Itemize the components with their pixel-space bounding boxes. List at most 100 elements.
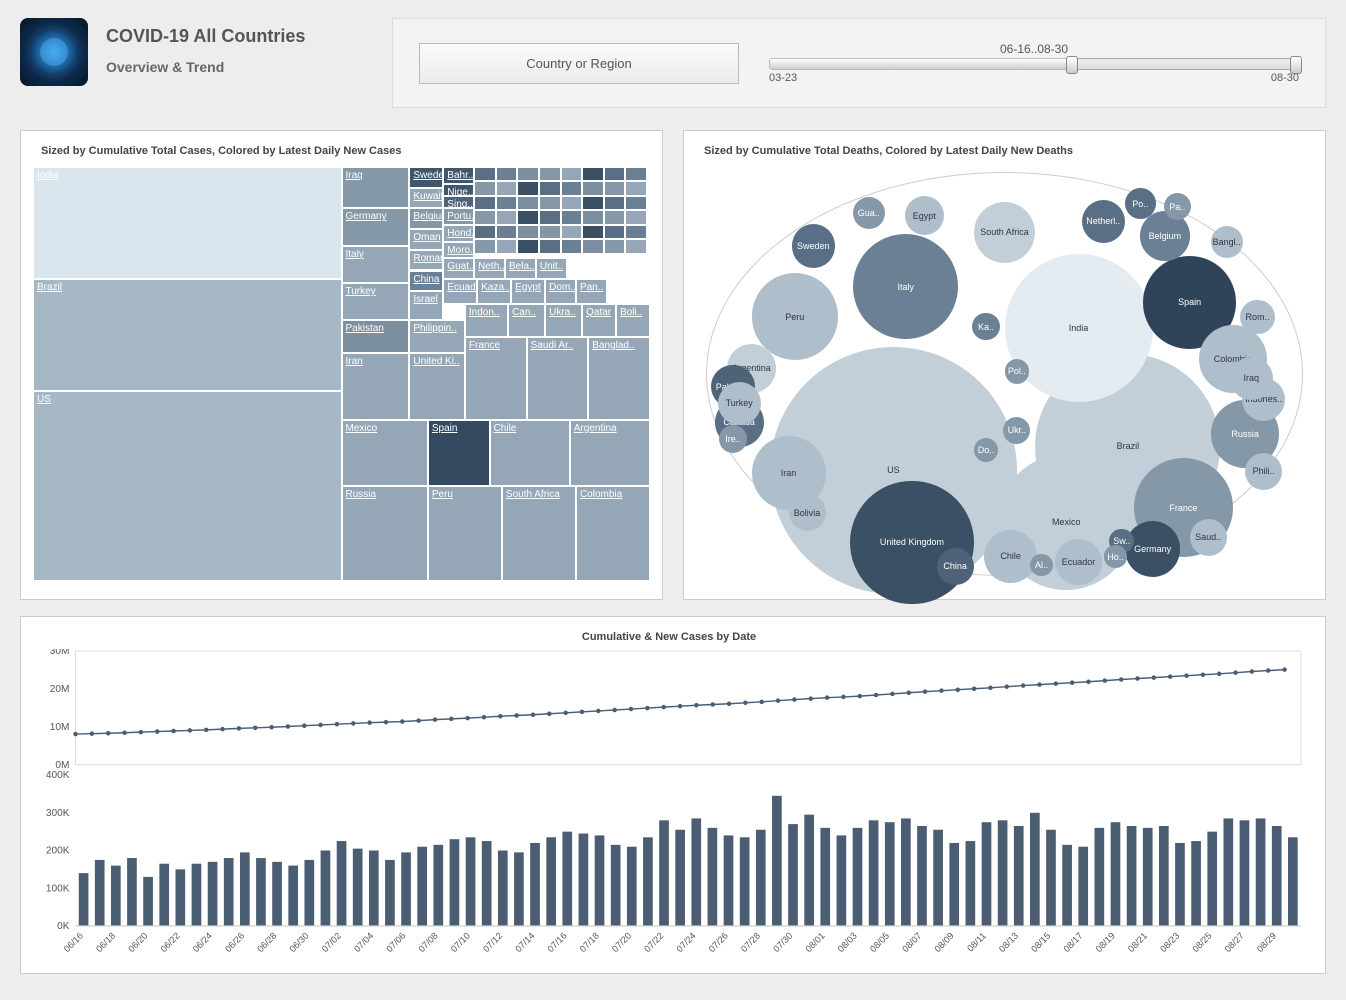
treemap-node[interactable]: Argentina — [570, 420, 650, 486]
bubble-node[interactable]: Netherl.. — [1082, 200, 1125, 243]
treemap-node[interactable]: Pakistan — [342, 320, 410, 353]
treemap-node[interactable]: Belgium — [409, 208, 443, 229]
treemap-node-small[interactable] — [625, 210, 647, 224]
treemap-node[interactable]: Ecuad.. — [443, 279, 477, 304]
bubble-node[interactable]: Egypt — [905, 196, 944, 235]
treemap-node[interactable]: US — [33, 391, 342, 581]
treemap-node-small[interactable] — [561, 225, 583, 239]
treemap-node[interactable]: United Ki.. — [409, 353, 465, 419]
treemap-node-small[interactable] — [539, 210, 561, 224]
bubble-node[interactable]: Pa.. — [1164, 193, 1191, 220]
treemap-node-small[interactable] — [625, 167, 647, 181]
treemap-node[interactable]: Unit.. — [536, 258, 567, 279]
treemap-node-small[interactable] — [582, 225, 604, 239]
treemap-node[interactable]: Sing.. — [443, 196, 474, 208]
treemap-node-small[interactable] — [604, 196, 626, 210]
bubble-node[interactable]: Phili.. — [1245, 453, 1282, 490]
treemap-node[interactable]: India — [33, 167, 342, 279]
treemap-node[interactable]: South Africa — [502, 486, 576, 581]
treemap-node[interactable]: France — [465, 337, 527, 420]
bubble-node[interactable]: South Africa — [974, 202, 1036, 264]
treemap-node-small[interactable] — [539, 181, 561, 195]
bubble-node[interactable]: Ka.. — [972, 313, 999, 340]
bubble-node[interactable]: Ecuador — [1055, 539, 1102, 586]
treemap-node-small[interactable] — [625, 225, 647, 239]
bubble-node[interactable]: China — [937, 548, 974, 585]
treemap-node-small[interactable] — [561, 210, 583, 224]
treemap-node[interactable]: Kuwait — [409, 188, 443, 209]
treemap-node[interactable]: Hond.. — [443, 225, 474, 242]
treemap-node-small[interactable] — [561, 167, 583, 181]
treemap-node-small[interactable] — [496, 181, 518, 195]
treemap-node[interactable]: Boli.. — [616, 304, 650, 337]
treemap-node[interactable]: Israel — [409, 291, 443, 320]
treemap-node[interactable]: Oman — [409, 229, 443, 250]
treemap-node-small[interactable] — [539, 167, 561, 181]
treemap-node[interactable]: Guat.. — [443, 258, 474, 279]
slider-thumb-end[interactable] — [1290, 56, 1302, 74]
treemap-node-small[interactable] — [561, 196, 583, 210]
treemap-node[interactable]: Italy — [342, 246, 410, 283]
bubble-node[interactable]: United Kingdom — [850, 481, 973, 604]
bubble-node[interactable]: Ire.. — [719, 425, 747, 453]
treemap-node-small[interactable] — [625, 239, 647, 253]
treemap-node[interactable]: Turkey — [342, 283, 410, 320]
date-range-slider[interactable]: 06-16..08-30 03-23 08-30 — [769, 42, 1299, 84]
treemap-node[interactable]: Russia — [342, 486, 428, 581]
treemap-node-small[interactable] — [582, 239, 604, 253]
bubble-node[interactable]: Gua.. — [853, 197, 885, 229]
treemap-node-small[interactable] — [474, 210, 496, 224]
bubble-node[interactable]: Chile — [984, 530, 1037, 583]
treemap-node[interactable]: Can.. — [508, 304, 545, 337]
treemap-node[interactable]: Portu.. — [443, 208, 474, 225]
bubble-node[interactable]: Bangl.. — [1211, 226, 1243, 258]
treemap-node[interactable]: Moro.. — [443, 242, 474, 259]
bubble-chart[interactable]: USBrazilIndiaMexicoUnited KingdomItalyFr… — [696, 167, 1313, 581]
treemap-node[interactable]: Dom.. — [545, 279, 576, 304]
treemap-node-small[interactable] — [604, 210, 626, 224]
bubble-node[interactable]: Bolivia — [789, 494, 826, 531]
treemap-node-small[interactable] — [517, 181, 539, 195]
bubble-node[interactable]: Do.. — [974, 438, 999, 463]
treemap-node-small[interactable] — [496, 196, 518, 210]
treemap-node-small[interactable] — [496, 239, 518, 253]
treemap-node-small[interactable] — [539, 196, 561, 210]
treemap-node-small[interactable] — [474, 225, 496, 239]
treemap-node-small[interactable] — [539, 239, 561, 253]
treemap-node-small[interactable] — [517, 239, 539, 253]
bubble-node[interactable]: Ukr.. — [1003, 417, 1030, 444]
treemap-node[interactable]: Nige.. — [443, 184, 474, 196]
treemap-node[interactable]: Indon.. — [465, 304, 508, 337]
treemap-node[interactable]: Iran — [342, 353, 410, 419]
bubble-node[interactable]: Ho.. — [1104, 545, 1126, 567]
treemap-node-small[interactable] — [517, 167, 539, 181]
treemap-node[interactable]: Kaza.. — [477, 279, 511, 304]
treemap-node[interactable]: Peru — [428, 486, 502, 581]
bubble-node[interactable]: Po.. — [1125, 188, 1156, 219]
treemap-node-small[interactable] — [582, 196, 604, 210]
treemap-node-small[interactable] — [517, 210, 539, 224]
treemap-node[interactable]: Mexico — [342, 420, 428, 486]
treemap-node[interactable]: Philippin.. — [409, 320, 465, 353]
treemap-node[interactable]: Spain — [428, 420, 490, 486]
slider-thumb-start[interactable] — [1066, 56, 1078, 74]
treemap-node[interactable]: Ukra.. — [545, 304, 582, 337]
treemap-node[interactable]: Banglad.. — [588, 337, 650, 420]
treemap-node[interactable]: Colombia — [576, 486, 650, 581]
treemap-node-small[interactable] — [474, 196, 496, 210]
bubble-node[interactable]: Rom.. — [1240, 300, 1275, 335]
treemap-node-small[interactable] — [625, 196, 647, 210]
treemap-node[interactable]: Germany — [342, 208, 410, 245]
treemap-node-small[interactable] — [625, 181, 647, 195]
treemap-node-small[interactable] — [604, 225, 626, 239]
bubble-node[interactable]: Pol.. — [1005, 359, 1030, 384]
treemap-node-small[interactable] — [496, 210, 518, 224]
bubble-node[interactable]: Saud.. — [1190, 519, 1227, 556]
treemap-node[interactable]: China — [409, 271, 443, 292]
treemap-node-small[interactable] — [582, 181, 604, 195]
treemap-node[interactable]: Iraq — [342, 167, 410, 208]
treemap-node-small[interactable] — [604, 167, 626, 181]
treemap-node-small[interactable] — [604, 239, 626, 253]
treemap-node-small[interactable] — [604, 181, 626, 195]
treemap-node-small[interactable] — [474, 239, 496, 253]
